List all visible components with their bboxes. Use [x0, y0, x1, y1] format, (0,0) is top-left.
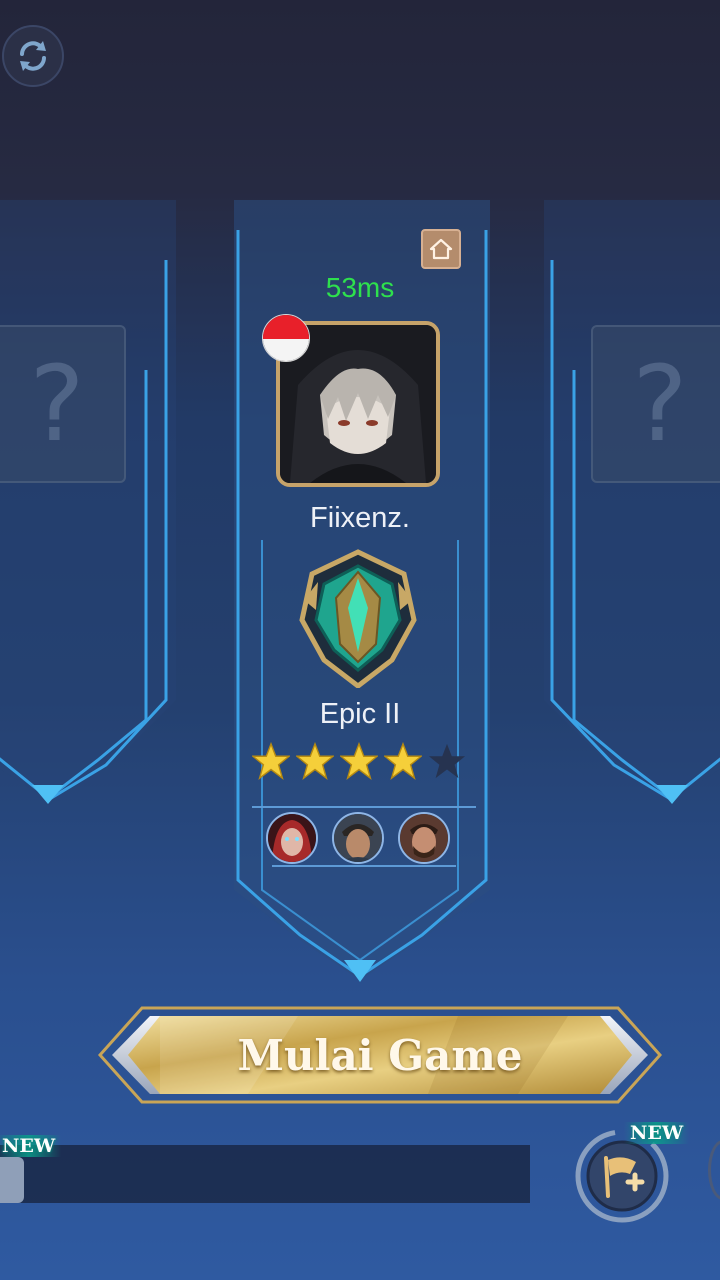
rank-stars — [252, 742, 472, 782]
hero-preferences[interactable] — [252, 806, 476, 868]
hero-portrait-3[interactable] — [398, 812, 450, 864]
side-menu-button[interactable] — [708, 1140, 720, 1200]
new-badge: NEW — [624, 1122, 690, 1144]
star-filled-icon — [296, 742, 334, 780]
red-hair-hero-icon — [268, 814, 316, 862]
chat-bar[interactable] — [0, 1145, 530, 1203]
star-filled-icon — [252, 742, 290, 780]
refresh-button[interactable] — [2, 25, 64, 87]
refresh-icon — [20, 41, 46, 71]
rank-name: Epic II — [319, 698, 401, 730]
right-player-slot[interactable]: ? — [544, 200, 720, 820]
ping-indicator: 53ms — [325, 272, 395, 303]
new-badge: NEW — [0, 1135, 62, 1157]
hero-portrait-1[interactable] — [266, 812, 318, 864]
empty-slot-placeholder: ? — [0, 325, 126, 483]
bearded-hero-icon — [400, 814, 448, 862]
star-filled-icon — [384, 742, 422, 780]
star-filled-icon — [340, 742, 378, 780]
left-player-slot[interactable]: ? — [0, 200, 176, 820]
left-banner-frame — [0, 200, 176, 804]
indonesia-flag-icon — [262, 314, 310, 362]
star-empty-icon — [428, 743, 466, 779]
player-name: Fiixenz. — [310, 502, 410, 534]
start-game-button[interactable]: Mulai Game — [98, 998, 662, 1112]
right-banner-frame — [544, 200, 720, 804]
home-button[interactable] — [421, 229, 461, 269]
empty-slot-placeholder: ? — [591, 325, 720, 483]
chat-tab[interactable] — [0, 1157, 24, 1203]
home-icon — [429, 238, 453, 260]
dark-hair-hero-icon — [334, 814, 382, 862]
start-game-label: Mulai Game — [237, 1030, 523, 1080]
epic-rank-emblem-icon — [296, 548, 420, 690]
hero-portrait-2[interactable] — [332, 812, 384, 864]
